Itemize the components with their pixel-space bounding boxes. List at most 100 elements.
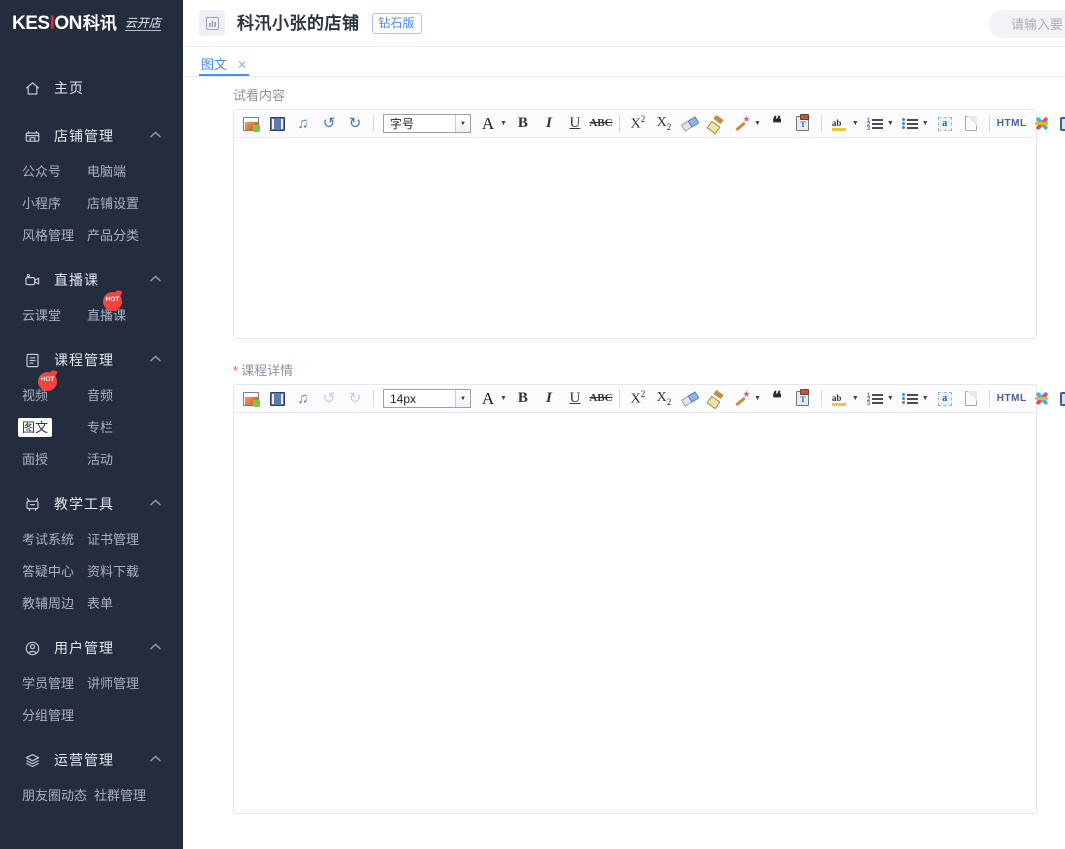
- insert-audio-icon[interactable]: ♫: [292, 388, 314, 410]
- sidebar-group-直播课[interactable]: 直播课: [0, 260, 183, 300]
- strikethrough-icon[interactable]: ABC: [590, 113, 612, 135]
- html-source-button[interactable]: HTML: [997, 113, 1027, 135]
- chevron-down-icon[interactable]: ▼: [754, 395, 761, 402]
- clear-format-icon[interactable]: [679, 113, 701, 135]
- insert-image-icon[interactable]: [240, 113, 262, 135]
- chevron-down-icon[interactable]: ▼: [852, 395, 859, 402]
- clear-format-icon[interactable]: [679, 388, 701, 410]
- blockquote-icon[interactable]: ❝: [766, 113, 788, 135]
- italic-icon[interactable]: I: [538, 388, 560, 410]
- chevron-up-icon[interactable]: [150, 499, 161, 509]
- sidebar-item-社群管理[interactable]: 社群管理: [94, 789, 146, 802]
- chevron-down-icon[interactable]: ▼: [922, 120, 929, 127]
- chevron-down-icon[interactable]: ▼: [500, 395, 507, 402]
- superscript-icon[interactable]: X2: [627, 113, 649, 135]
- html-source-button[interactable]: HTML: [997, 388, 1027, 410]
- redo-icon[interactable]: ↻: [344, 113, 366, 135]
- chevron-down-icon[interactable]: ▼: [455, 115, 470, 132]
- sidebar-item-产品分类[interactable]: 产品分类: [87, 229, 139, 242]
- chevron-down-icon[interactable]: ▼: [455, 390, 470, 407]
- unordered-list-icon[interactable]: [899, 388, 921, 410]
- chevron-down-icon[interactable]: ▼: [887, 395, 894, 402]
- chevron-down-icon[interactable]: ▼: [922, 395, 929, 402]
- chevron-down-icon[interactable]: ▼: [887, 120, 894, 127]
- insert-image-icon[interactable]: [240, 388, 262, 410]
- sidebar-item-风格管理[interactable]: 风格管理: [22, 229, 74, 242]
- redo-icon[interactable]: ↻: [344, 388, 366, 410]
- sidebar-group-课程管理[interactable]: 课程管理: [0, 340, 183, 380]
- chevron-down-icon[interactable]: ▼: [500, 120, 507, 127]
- sidebar-item-面授[interactable]: 面授: [22, 453, 48, 466]
- insert-video-icon[interactable]: [266, 388, 288, 410]
- underline-icon[interactable]: U: [564, 113, 586, 135]
- page-break-icon[interactable]: [960, 388, 982, 410]
- sidebar-item-公众号[interactable]: 公众号: [22, 165, 61, 178]
- page-break-icon[interactable]: [960, 113, 982, 135]
- format-brush-icon[interactable]: [705, 113, 727, 135]
- sidebar-item-表单[interactable]: 表单: [87, 597, 113, 610]
- sidebar-item-教辅周边[interactable]: 教辅周边: [22, 597, 74, 610]
- undo-icon[interactable]: ↺: [318, 388, 340, 410]
- sidebar-item-小程序[interactable]: 小程序: [22, 197, 61, 210]
- sidebar-item-图文[interactable]: 图文: [18, 418, 52, 437]
- insert-video-icon[interactable]: [266, 113, 288, 135]
- sidebar-group-用户管理[interactable]: 用户管理: [0, 628, 183, 668]
- chevron-up-icon[interactable]: [150, 275, 161, 285]
- bold-icon[interactable]: B: [512, 113, 534, 135]
- insert-audio-icon[interactable]: ♫: [292, 113, 314, 135]
- ordered-list-icon[interactable]: 123: [864, 388, 886, 410]
- underline-icon[interactable]: U: [564, 388, 586, 410]
- chevron-down-icon[interactable]: ▼: [852, 120, 859, 127]
- chevron-up-icon[interactable]: [150, 643, 161, 653]
- subscript-icon[interactable]: X2: [653, 113, 675, 135]
- sidebar-item-活动[interactable]: 活动: [87, 453, 113, 466]
- subscript-icon[interactable]: X2: [653, 388, 675, 410]
- ordered-list-icon[interactable]: 123: [864, 113, 886, 135]
- text-color-icon[interactable]: A: [477, 388, 499, 410]
- chevron-up-icon[interactable]: [150, 131, 161, 141]
- sidebar-item-答疑中心[interactable]: 答疑中心: [22, 565, 74, 578]
- chevron-up-icon[interactable]: [150, 355, 161, 365]
- sidebar-item-考试系统[interactable]: 考试系统: [22, 533, 74, 546]
- chevron-up-icon[interactable]: [150, 755, 161, 765]
- sidebar-item-店铺设置[interactable]: 店铺设置: [87, 197, 139, 210]
- editor-content-area[interactable]: [234, 413, 1036, 813]
- unordered-list-icon[interactable]: [899, 113, 921, 135]
- undo-icon[interactable]: ↺: [318, 113, 340, 135]
- sidebar-group-店铺管理[interactable]: 店铺管理: [0, 116, 183, 156]
- anchor-icon[interactable]: a: [934, 388, 956, 410]
- sidebar-item-资料下载[interactable]: 资料下载: [87, 565, 139, 578]
- sidebar-item-电脑端[interactable]: 电脑端: [87, 165, 126, 178]
- xmind-icon[interactable]: [1031, 388, 1053, 410]
- magic-wand-icon[interactable]: [731, 113, 753, 135]
- italic-icon[interactable]: I: [538, 113, 560, 135]
- xmind-icon[interactable]: [1031, 113, 1053, 135]
- sidebar-item-证书管理[interactable]: 证书管理: [87, 533, 139, 546]
- blockquote-icon[interactable]: ❝: [766, 388, 788, 410]
- fullscreen-icon[interactable]: [1057, 113, 1065, 135]
- font-size-select[interactable]: 字号▼: [383, 114, 471, 133]
- search-box[interactable]: 请输入要: [989, 10, 1065, 38]
- sidebar-item-专栏[interactable]: 专栏: [87, 421, 113, 434]
- tab-tuwen[interactable]: 图文 ✕: [199, 58, 249, 76]
- sidebar-item-学员管理[interactable]: 学员管理: [22, 677, 74, 690]
- bold-icon[interactable]: B: [512, 388, 534, 410]
- tab-close-icon[interactable]: ✕: [237, 59, 247, 71]
- chevron-down-icon[interactable]: ▼: [754, 120, 761, 127]
- sidebar-item-云课堂[interactable]: 云课堂: [22, 309, 61, 322]
- sidebar-group-教学工具[interactable]: 教学工具: [0, 484, 183, 524]
- highlight-icon[interactable]: [829, 113, 851, 135]
- editor-content-area[interactable]: [234, 138, 1036, 338]
- sidebar-item-朋友圈动态[interactable]: 朋友圈动态: [22, 789, 87, 802]
- sidebar-item-讲师管理[interactable]: 讲师管理: [87, 677, 139, 690]
- highlight-icon[interactable]: [829, 388, 851, 410]
- format-brush-icon[interactable]: [705, 388, 727, 410]
- sidebar-item-音频[interactable]: 音频: [87, 389, 113, 402]
- paste-text-icon[interactable]: [792, 388, 814, 410]
- brand-logo[interactable]: KESION科讯 云开店: [0, 0, 183, 47]
- font-size-select[interactable]: 14px▼: [383, 389, 471, 408]
- paste-text-icon[interactable]: [792, 113, 814, 135]
- superscript-icon[interactable]: X2: [627, 388, 649, 410]
- fullscreen-icon[interactable]: [1057, 388, 1065, 410]
- strikethrough-icon[interactable]: ABC: [590, 388, 612, 410]
